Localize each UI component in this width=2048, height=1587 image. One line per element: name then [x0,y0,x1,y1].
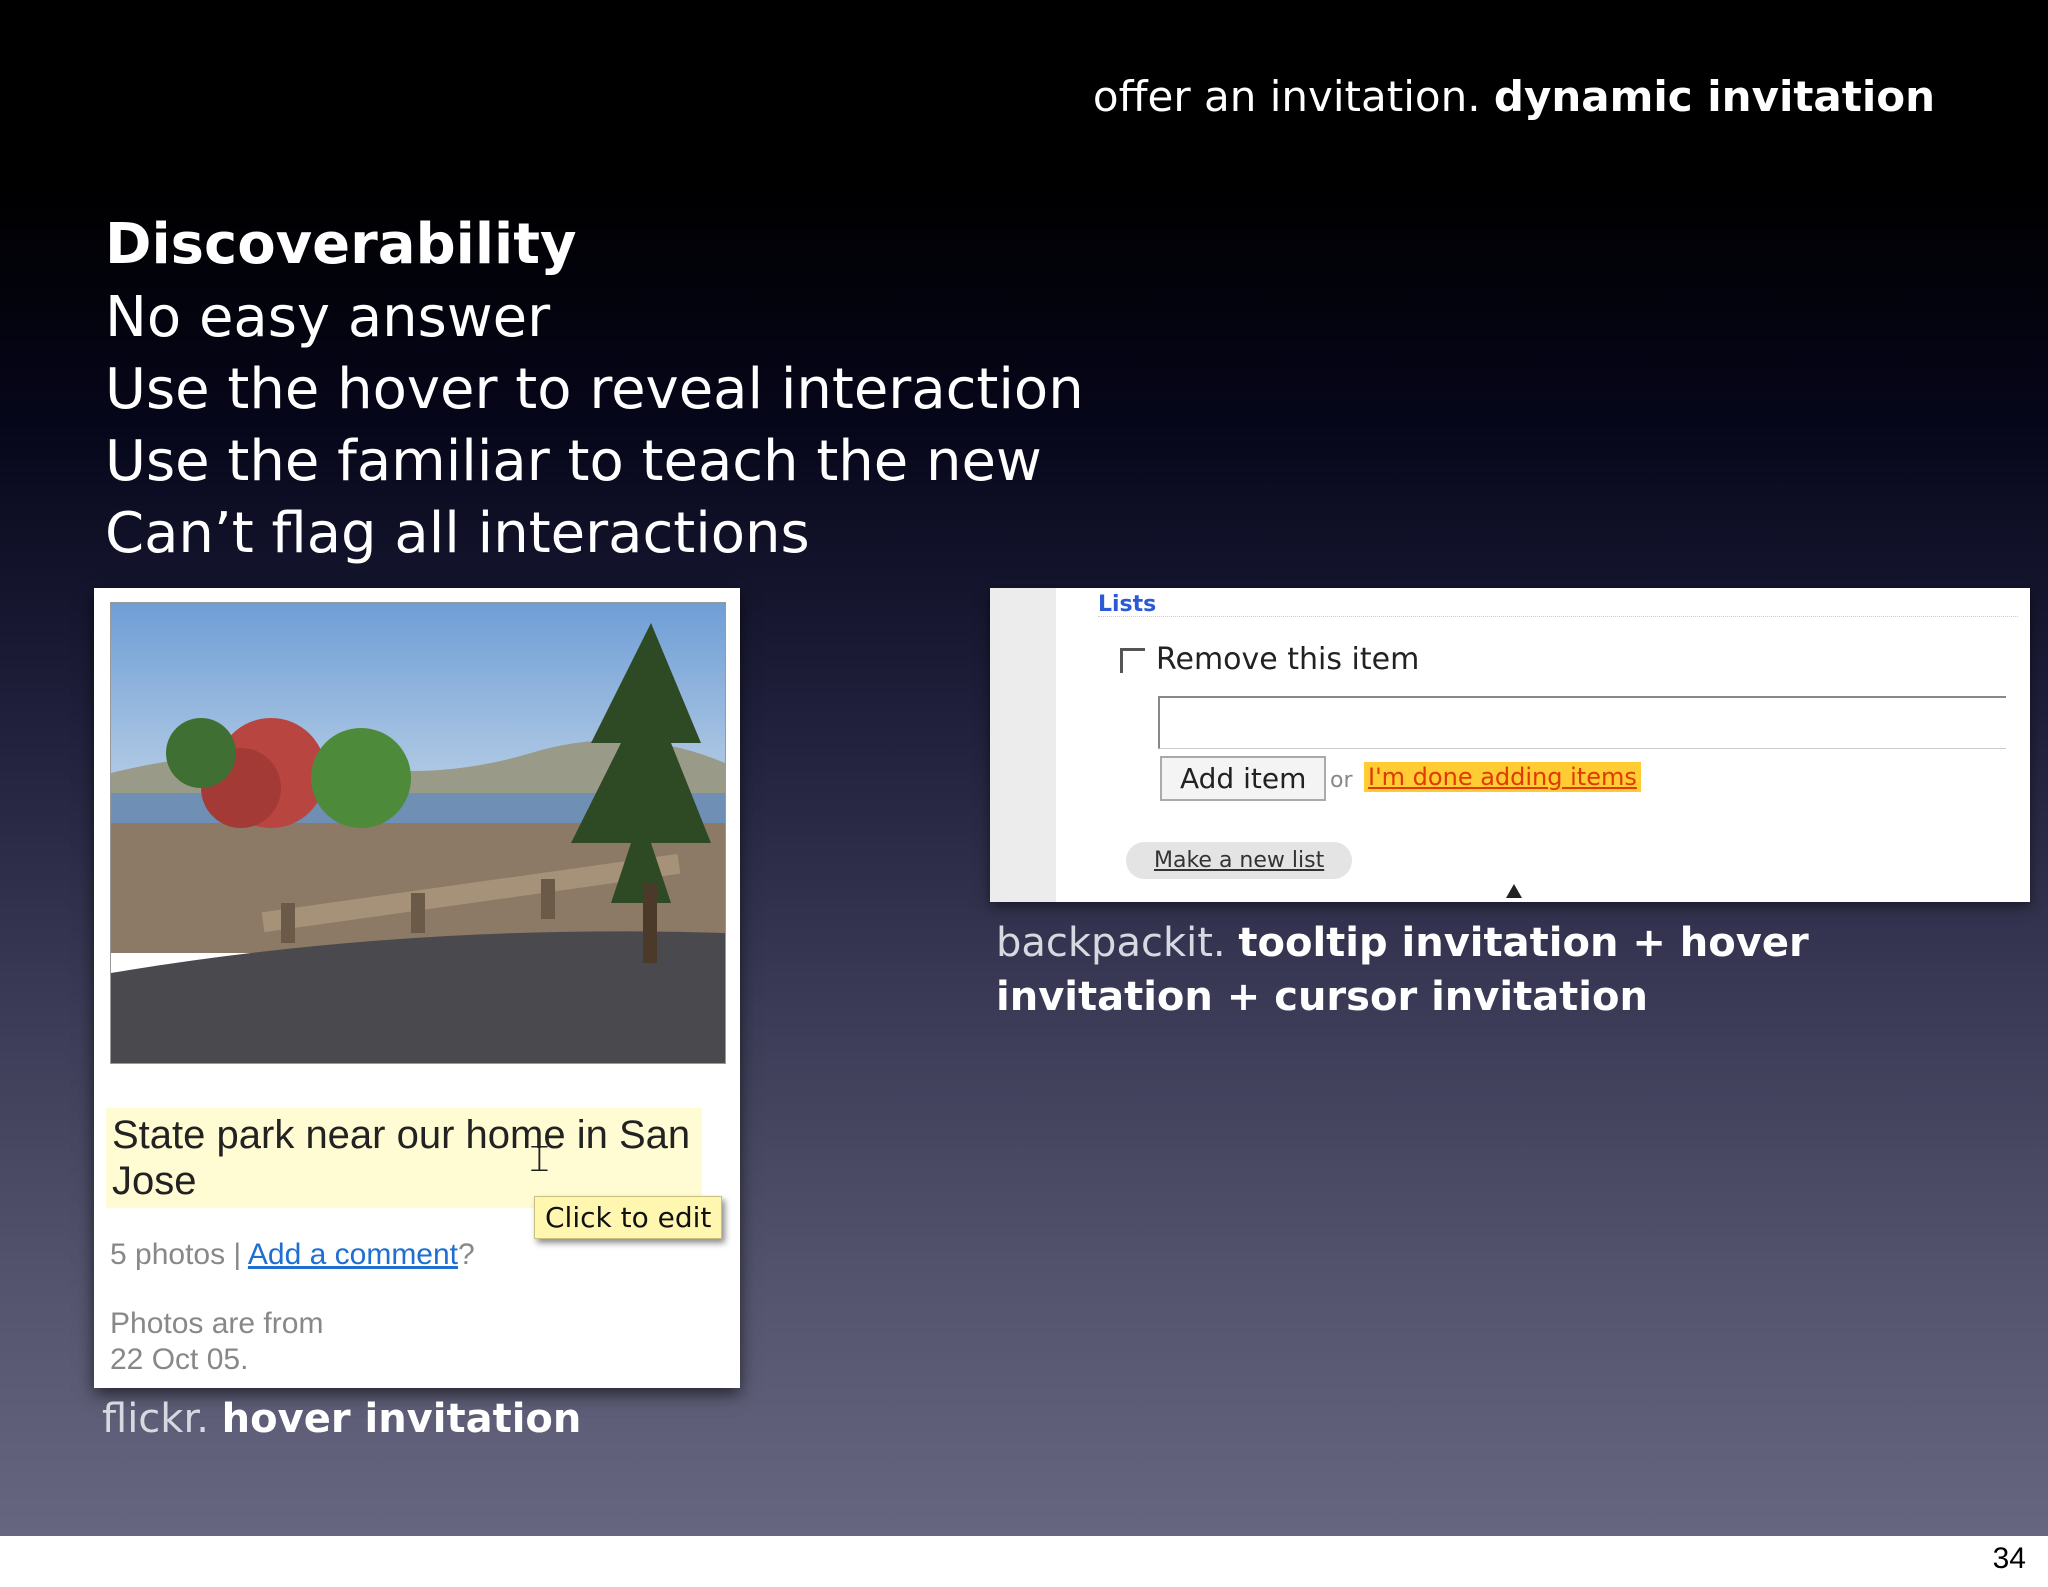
bullet-item: Use the hover to reveal interaction [105,357,1084,422]
slide-title: Discoverability [105,212,577,277]
mouse-pointer-icon [1506,884,1522,898]
backpackit-caption-source: backpackit. [996,920,1226,966]
photos-from-text: Photos are from 22 Oct 05. [110,1306,323,1378]
photos-from-line1: Photos are from [110,1307,324,1340]
text-cursor-icon: 𝙸 [526,1136,553,1180]
bullet-item: Can’t flag all interactions [105,501,810,566]
remove-item-checkbox[interactable] [1120,648,1145,673]
remove-item-label: Remove this item [1156,642,1420,677]
question-mark: ? [458,1238,475,1271]
backpack-sidebar [990,588,1056,902]
photo-title-editable[interactable]: State park near our home in San Jose [106,1108,702,1208]
flickr-caption: flickr. hover invitation [102,1396,581,1442]
done-adding-link[interactable]: I'm done adding items [1364,762,1641,792]
page-number: 34 [1992,1542,2026,1575]
slide-header: offer an invitation. dynamic invitation [1093,72,1935,121]
flickr-caption-label: hover invitation [221,1396,582,1442]
new-item-input[interactable] [1158,696,2006,749]
add-item-button[interactable]: Add item [1160,756,1327,801]
photos-from-line2: 22 Oct 05. [110,1343,249,1376]
slide: offer an invitation. dynamic invitation … [0,0,2048,1536]
bullet-list: No easy answer Use the hover to reveal i… [105,282,1084,570]
flickr-caption-source: flickr. [102,1396,209,1442]
backpackit-caption: backpackit. tooltip invitation + hover i… [996,916,1956,1024]
park-photo [110,602,726,1064]
lists-heading: Lists [1098,592,1157,617]
bullet-item: Use the familiar to teach the new [105,429,1042,494]
flickr-screenshot: State park near our home in San Jose 𝙸 C… [94,588,740,1388]
meta-separator: | [225,1238,248,1271]
make-new-list-button[interactable]: Make a new list [1126,842,1353,879]
header-bold-text: dynamic invitation [1493,72,1935,121]
photo-meta: 5 photos | Add a comment? [110,1238,475,1272]
click-to-edit-tooltip: Click to edit [534,1196,723,1239]
photos-count: 5 photos [110,1238,226,1271]
bullet-item: No easy answer [105,285,551,350]
park-photo-image [111,603,725,1063]
add-comment-link[interactable]: Add a comment [248,1238,458,1271]
or-text: or [1330,768,1353,793]
backpackit-screenshot: Lists Remove this item Add item or I'm d… [990,588,2030,902]
lists-divider [1098,616,2018,617]
header-light-text: offer an invitation. [1092,72,1481,121]
